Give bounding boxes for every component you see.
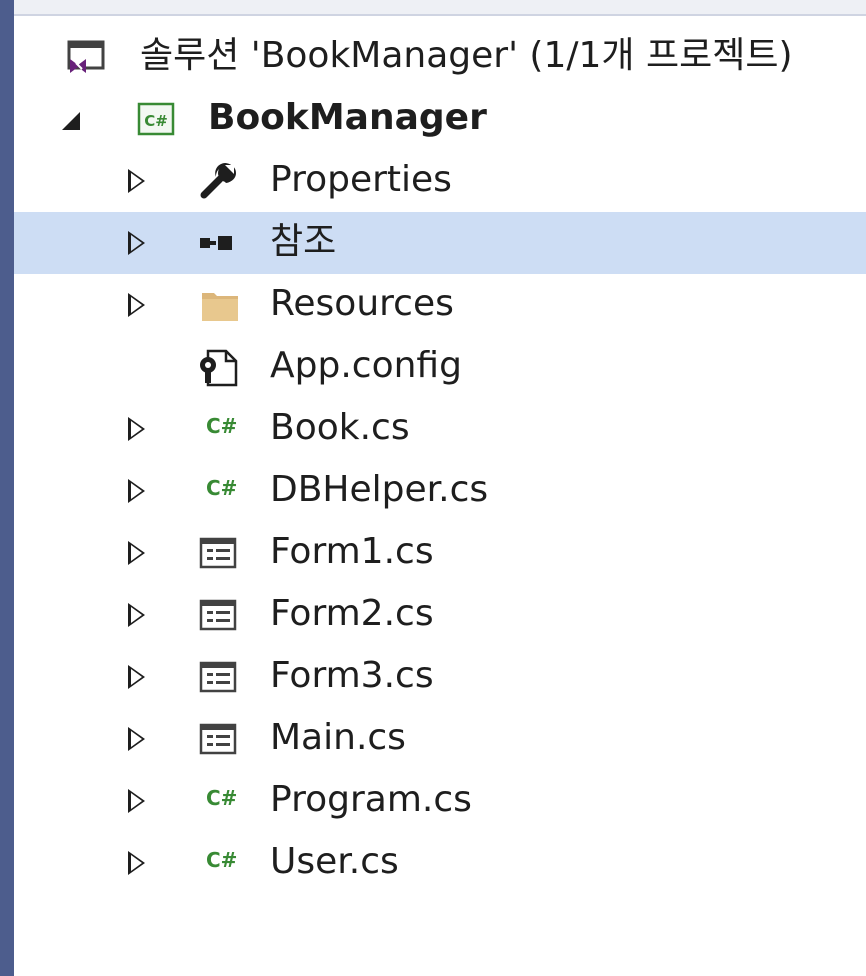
collapsed-arrow-icon[interactable] (128, 169, 145, 193)
tree-row-references[interactable]: 참조 (14, 212, 866, 274)
form-icon (198, 597, 238, 633)
collapsed-arrow-icon[interactable] (128, 541, 145, 565)
form-icon (198, 535, 238, 571)
tree-row-resources[interactable]: Resources (14, 274, 866, 336)
tree-item-label: User.cs (270, 841, 399, 882)
config-file-icon (196, 349, 238, 387)
folder-icon (200, 287, 240, 323)
tree-row-user-cs[interactable]: C# User.cs (14, 832, 866, 894)
collapsed-arrow-icon[interactable] (128, 293, 145, 317)
csharp-file-icon: C# (206, 476, 238, 500)
solution-explorer-tree: 솔루션 'BookManager' (1/1개 프로젝트) C# BookMan… (14, 26, 866, 894)
tree-row-dbhelper-cs[interactable]: C# DBHelper.cs (14, 460, 866, 522)
csharp-project-icon: C# (136, 101, 176, 137)
form-icon (198, 659, 238, 695)
tree-row-book-cs[interactable]: C# Book.cs (14, 398, 866, 460)
tree-row-properties[interactable]: Properties (14, 150, 866, 212)
tree-row-form1-cs[interactable]: Form1.cs (14, 522, 866, 584)
collapsed-arrow-icon[interactable] (128, 479, 145, 503)
form-icon (198, 721, 238, 757)
collapsed-arrow-icon[interactable] (128, 417, 145, 441)
expanded-arrow-icon[interactable] (62, 112, 80, 130)
tree-item-label: DBHelper.cs (270, 469, 489, 510)
csharp-file-icon: C# (206, 848, 238, 872)
collapsed-arrow-icon[interactable] (128, 665, 145, 689)
wrench-icon (200, 163, 240, 199)
collapsed-arrow-icon[interactable] (128, 231, 145, 255)
csharp-project-glyph: C# (144, 112, 168, 130)
window-left-border (0, 0, 14, 976)
csharp-file-icon: C# (206, 414, 238, 438)
tree-row-app-config[interactable]: App.config (14, 336, 866, 398)
collapsed-arrow-icon[interactable] (128, 727, 145, 751)
solution-icon (66, 39, 106, 75)
tree-row-program-cs[interactable]: C# Program.cs (14, 770, 866, 832)
tree-item-label: App.config (270, 345, 462, 386)
tree-item-label: Program.cs (270, 779, 472, 820)
window-top-border (14, 0, 866, 16)
tree-row-form3-cs[interactable]: Form3.cs (14, 646, 866, 708)
solution-label: 솔루션 'BookManager' (1/1개 프로젝트) (140, 35, 793, 76)
tree-row-form2-cs[interactable]: Form2.cs (14, 584, 866, 646)
collapsed-arrow-icon[interactable] (128, 851, 145, 875)
tree-row-main-cs[interactable]: Main.cs (14, 708, 866, 770)
collapsed-arrow-icon[interactable] (128, 789, 145, 813)
tree-item-label: Form1.cs (270, 531, 434, 572)
collapsed-arrow-icon[interactable] (128, 603, 145, 627)
tree-item-label: Resources (270, 283, 454, 324)
tree-item-label: 참조 (270, 221, 337, 262)
tree-item-label: Form2.cs (270, 593, 434, 634)
tree-item-label: Main.cs (270, 717, 406, 758)
tree-item-label: Book.cs (270, 407, 410, 448)
tree-item-label: Properties (270, 159, 452, 200)
project-label: BookManager (208, 97, 487, 138)
tree-row-project[interactable]: C# BookManager (14, 88, 866, 150)
references-icon (198, 225, 238, 261)
csharp-file-icon: C# (206, 786, 238, 810)
tree-row-solution[interactable]: 솔루션 'BookManager' (1/1개 프로젝트) (14, 26, 866, 88)
tree-item-label: Form3.cs (270, 655, 434, 696)
